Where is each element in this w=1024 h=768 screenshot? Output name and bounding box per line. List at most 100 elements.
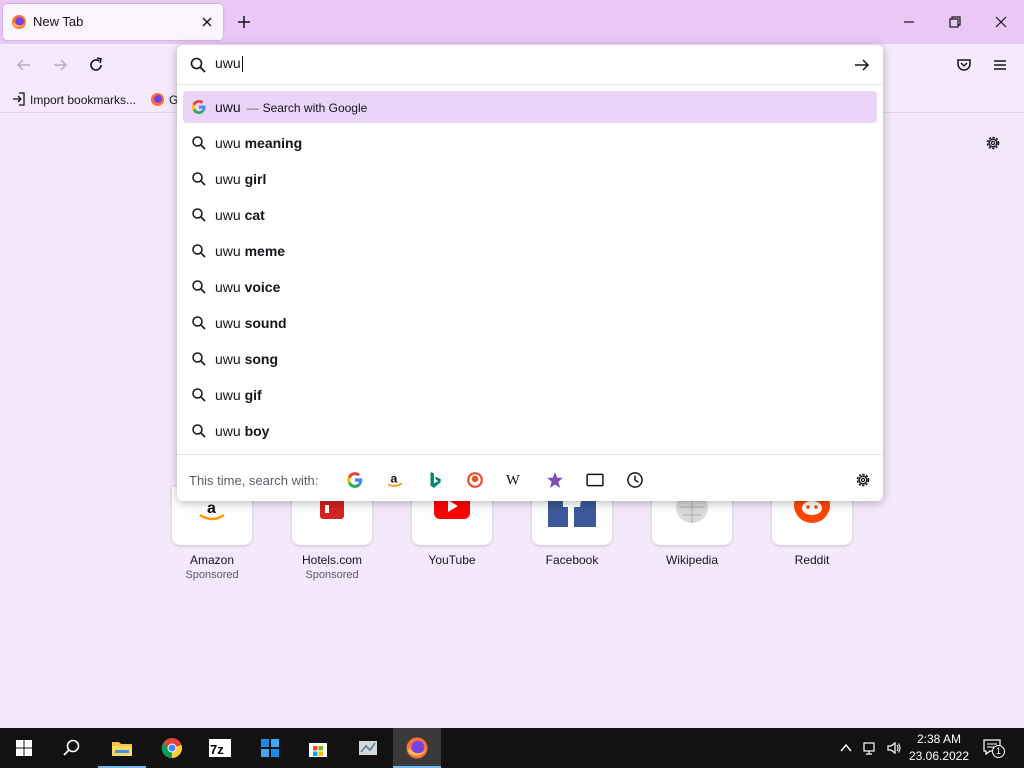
suggestion-item[interactable]: uwu song — [183, 343, 877, 375]
start-icon — [16, 740, 32, 756]
suggestion-text: uwu meaning — [215, 135, 302, 151]
restore-icon[interactable] — [947, 14, 963, 30]
file-explorer-icon — [112, 742, 132, 756]
svg-text:a: a — [207, 500, 216, 517]
7zip-button[interactable]: 7z — [196, 728, 244, 768]
suggestion-prefix: uwu — [215, 243, 241, 259]
bookmark-item[interactable]: G — [150, 92, 178, 107]
history-icon[interactable] — [626, 471, 644, 489]
suggestion-prefix: uwu — [215, 171, 241, 187]
forward-icon[interactable] — [51, 56, 69, 74]
chrome-button[interactable] — [148, 728, 196, 768]
clock-date: 23.06.2022 — [908, 749, 970, 763]
app-button[interactable] — [246, 728, 294, 768]
suggestion-text: uwu gif — [215, 387, 262, 403]
go-arrow-icon[interactable] — [853, 56, 871, 74]
url-input[interactable]: uwu — [215, 55, 243, 73]
search-icon — [63, 739, 80, 756]
wikipedia-icon[interactable]: W — [506, 471, 524, 489]
app-icon — [261, 739, 279, 757]
suggestion-item[interactable]: uwu voice — [183, 271, 877, 303]
page-settings-gear-icon[interactable] — [984, 134, 1002, 152]
search-icon — [192, 316, 206, 330]
file-explorer-button[interactable] — [98, 728, 146, 768]
one-off-search-bar: This time, search with: a W — [177, 454, 883, 501]
7zip-icon: 7z — [209, 739, 231, 757]
network-icon[interactable] — [862, 740, 878, 756]
top-site-name: Wikipedia — [665, 553, 719, 567]
search-settings-gear-icon[interactable] — [854, 471, 872, 489]
chevron-up-icon[interactable] — [838, 740, 854, 756]
suggestion-prefix: uwu — [215, 315, 241, 331]
suggestion-item[interactable]: uwu boy — [183, 415, 877, 447]
screenshot-icon — [359, 741, 377, 755]
suggestion-prefix: uwu — [215, 387, 241, 403]
store-icon — [309, 743, 327, 757]
new-tab-icon[interactable] — [236, 14, 252, 30]
import-bookmarks-button[interactable]: Import bookmarks... — [12, 92, 136, 107]
back-icon[interactable] — [15, 56, 33, 74]
close-window-icon[interactable] — [993, 14, 1009, 30]
reload-icon[interactable] — [87, 56, 105, 74]
tab-new-tab[interactable]: New Tab — [3, 4, 223, 40]
url-input-row[interactable]: uwu — [177, 45, 883, 85]
close-tab-icon[interactable] — [199, 14, 215, 30]
notification-count: 1 — [992, 745, 1005, 758]
top-site-name: Hotels.com — [301, 553, 363, 567]
search-icon — [192, 136, 206, 150]
tabs-icon[interactable] — [586, 471, 604, 489]
windows-taskbar: 7z 2:38 AM 23.06.2022 1 — [0, 728, 1024, 768]
search-icon — [192, 388, 206, 402]
text-caret — [241, 56, 243, 73]
bookmarks-star-icon[interactable] — [546, 471, 564, 489]
amazon-icon[interactable]: a — [386, 471, 404, 489]
notifications-button[interactable]: 1 — [982, 738, 1005, 758]
suggestion-item[interactable]: uwu cat — [183, 199, 877, 231]
store-button[interactable] — [294, 728, 342, 768]
system-clock[interactable]: 2:38 AM 23.06.2022 — [902, 731, 976, 765]
urlbar-popup: uwu uwu — Search with Google uwu meaning … — [177, 45, 883, 501]
search-icon — [192, 172, 206, 186]
taskbar-search-button[interactable] — [48, 728, 96, 768]
volume-icon[interactable] — [886, 740, 902, 756]
bing-icon[interactable] — [426, 471, 444, 489]
top-site-name: Reddit — [794, 553, 830, 567]
suggestion-suffix: gif — [244, 387, 262, 403]
menu-icon[interactable] — [991, 56, 1009, 74]
screenshot-tool-button[interactable] — [344, 728, 392, 768]
start-button[interactable] — [0, 728, 48, 768]
suggestion-prefix: uwu — [215, 135, 241, 151]
search-icon — [192, 352, 206, 366]
firefox-icon — [12, 15, 26, 29]
svg-text:a: a — [391, 471, 398, 485]
suggestion-search-with-google[interactable]: uwu — Search with Google — [183, 91, 877, 123]
suggestion-item[interactable]: uwu sound — [183, 307, 877, 339]
svg-text:W: W — [506, 473, 520, 489]
firefox-button[interactable] — [393, 728, 441, 768]
sponsored-label: Sponsored — [305, 569, 359, 581]
suggestion-item[interactable]: uwu girl — [183, 163, 877, 195]
svg-text:7z: 7z — [210, 742, 224, 757]
search-icon — [192, 208, 206, 222]
firefox-icon — [406, 737, 428, 759]
suggestion-item[interactable]: uwu gif — [183, 379, 877, 411]
google-icon — [192, 100, 206, 114]
search-icon — [192, 244, 206, 258]
suggestion-item[interactable]: uwu meme — [183, 235, 877, 267]
minimize-icon[interactable] — [901, 14, 917, 30]
top-site-name: YouTube — [428, 553, 476, 567]
suggestion-suffix: sound — [244, 315, 287, 331]
suggestion-suffix: voice — [244, 279, 281, 295]
suggestion-text: uwu girl — [215, 171, 266, 187]
suggestion-suffix: girl — [244, 171, 267, 187]
duckduckgo-icon[interactable] — [466, 471, 484, 489]
suggestion-text: uwu meme — [215, 243, 285, 259]
suggestion-text: uwu cat — [215, 207, 265, 223]
google-icon[interactable] — [346, 471, 364, 489]
search-icon — [190, 57, 206, 73]
suggestion-text: uwu boy — [215, 423, 269, 439]
tab-title: New Tab — [33, 14, 84, 29]
clock-time: 2:38 AM — [916, 732, 962, 746]
suggestion-item[interactable]: uwu meaning — [183, 127, 877, 159]
pocket-icon[interactable] — [955, 56, 973, 74]
